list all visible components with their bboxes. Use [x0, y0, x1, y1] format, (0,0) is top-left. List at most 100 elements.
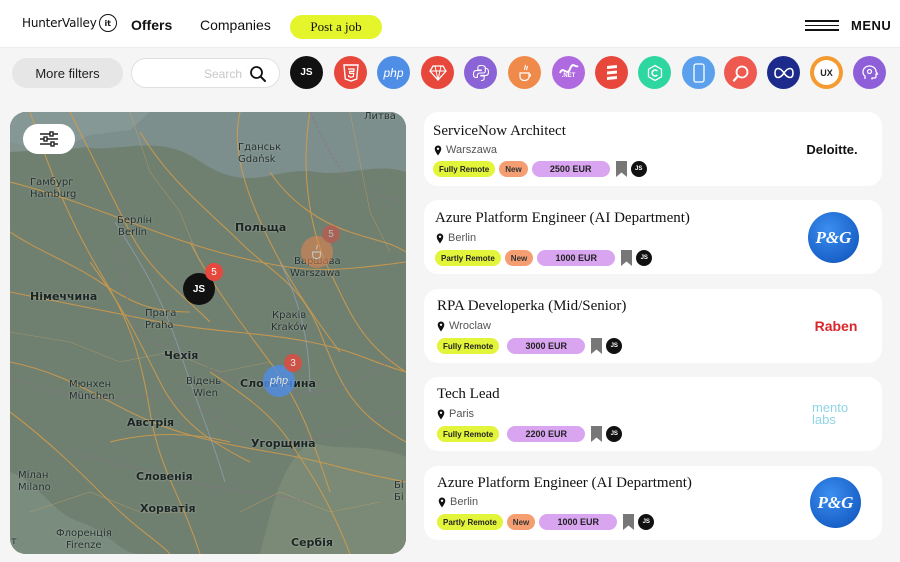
search-input[interactable] [142, 65, 242, 83]
search-icon[interactable] [249, 65, 267, 83]
ux-label: UX [820, 67, 833, 78]
map-label: Гданськ [238, 142, 282, 153]
more-filters-button[interactable]: More filters [12, 58, 123, 88]
nav-companies-link[interactable]: Companies [200, 17, 271, 33]
company-logo-pg: P&G [808, 212, 859, 263]
map-label: Бі [394, 492, 404, 503]
job-location-text: Paris [449, 408, 475, 420]
nav-offers-link[interactable]: Offers [131, 17, 172, 33]
map-label: Берлін [117, 215, 153, 226]
bookmark-icon[interactable] [621, 250, 633, 266]
map-marker-php[interactable]: php 3 [263, 354, 302, 397]
map-label: Praha [145, 320, 174, 331]
javascript-icon: JS [300, 67, 313, 78]
job-tags: Fully Remote 3000 EUR JS [437, 338, 623, 354]
logo-badge: it [98, 14, 117, 32]
job-card[interactable]: Azure Platform Engineer (AI Department) … [424, 466, 882, 540]
company-logo-deloitte: Deloitte. [804, 140, 860, 158]
bookmark-icon[interactable] [623, 514, 635, 530]
new-tag: New [506, 514, 536, 530]
tech-filter-mobile[interactable] [682, 56, 715, 89]
job-card[interactable]: Tech Lead Paris Fully Remote 2200 EUR JS… [424, 377, 882, 451]
map-label: Gdańsk [238, 154, 276, 165]
job-card[interactable]: Azure Platform Engineer (AI Department) … [424, 200, 882, 274]
job-location: Warszawa [434, 144, 497, 156]
tech-filter-testing[interactable] [724, 56, 757, 89]
company-name: Raben [814, 318, 858, 334]
tech-filter-scala[interactable] [595, 56, 628, 89]
map-marker-js[interactable]: JS 5 [183, 263, 223, 305]
dotnet-label: .NET [561, 73, 576, 79]
map-label: Литва [364, 112, 396, 122]
map-label: Угорщина [251, 437, 316, 450]
tech-js-badge: JS [606, 426, 623, 442]
tech-filter-devops[interactable] [767, 56, 800, 89]
marker-count-badge: 3 [284, 354, 302, 372]
map-label: Прага [145, 308, 177, 319]
tech-js-badge: JS [606, 338, 623, 354]
company-logo-mento-labs: mento labs [808, 399, 864, 429]
job-tags: Fully Remote New 2500 EUR JS [433, 161, 647, 177]
salary-tag: 2500 EUR [531, 161, 610, 177]
menu-label: MENU [851, 18, 892, 33]
company-name: Deloitte. [806, 141, 858, 157]
hamburger-icon [805, 20, 839, 31]
job-card[interactable]: ServiceNow Architect Warszawa Fully Remo… [424, 112, 882, 186]
remote-tag: Partly Remote [435, 250, 501, 266]
job-card[interactable]: RPA Developerka (Mid/Senior) Wroclaw Ful… [424, 289, 882, 363]
map-filter-settings-button[interactable] [23, 124, 75, 154]
tech-filter-c[interactable] [638, 56, 671, 89]
c-lang-icon [647, 64, 662, 81]
tech-filter-html5[interactable] [334, 56, 367, 89]
salary-tag: 2200 EUR [507, 426, 586, 442]
map-label: Польща [235, 221, 287, 234]
job-location: Paris [437, 408, 474, 420]
tech-filter-ux[interactable]: UX [810, 56, 843, 89]
job-title: Azure Platform Engineer (AI Department) [437, 475, 692, 491]
map-label: Hamburg [30, 189, 77, 200]
map-label: Сербія [291, 536, 333, 549]
job-tags: Fully Remote 2200 EUR JS [437, 426, 623, 442]
map-label: Warszawa [290, 268, 341, 279]
salary-tag: 1000 EUR [537, 250, 616, 266]
tech-filter-python[interactable] [464, 56, 497, 89]
job-location: Berlin [436, 232, 476, 244]
location-pin-icon [434, 145, 442, 155]
job-title: ServiceNow Architect [433, 123, 566, 139]
bookmark-icon[interactable] [591, 338, 603, 354]
scala-icon [606, 64, 617, 80]
remote-tag: Fully Remote [437, 338, 500, 354]
tech-filter-ai[interactable] [853, 56, 886, 89]
tech-js-badge: JS [636, 250, 653, 266]
map-marker-java[interactable]: 5 [301, 225, 340, 268]
map-label: Kraków [271, 322, 308, 333]
bookmark-icon[interactable] [591, 426, 603, 442]
bookmark-icon[interactable] [615, 161, 627, 177]
company-name: mento labs [812, 400, 849, 427]
job-location-text: Berlin [448, 232, 477, 244]
tech-filter-ruby[interactable] [421, 56, 454, 89]
company-name: P&G [815, 227, 852, 247]
java-icon [518, 64, 531, 81]
map-view[interactable]: Литва Гданськ Gdańsk Гамбург Hamburg Бер… [10, 112, 406, 554]
tech-filter-javascript[interactable]: JS [290, 56, 323, 89]
tech-js-badge: JS [638, 514, 655, 530]
tech-filter-php[interactable]: php [377, 56, 410, 89]
company-logo-raben: Raben [808, 317, 864, 335]
salary-tag: 1000 EUR [539, 514, 618, 530]
marker-count-badge: 5 [205, 263, 223, 281]
job-location-text: Wroclaw [449, 320, 491, 332]
marker-count-badge: 5 [322, 225, 340, 243]
tech-filter-dotnet[interactable]: .NET [552, 56, 585, 89]
tech-js-badge: JS [630, 161, 647, 177]
ux-icon: UX [814, 60, 839, 85]
logo[interactable]: HunterValley it [22, 14, 117, 32]
map-label: Флоренція [56, 528, 112, 539]
menu-button[interactable]: MENU [805, 18, 891, 33]
remote-tag: Partly Remote [437, 514, 503, 530]
tech-filter-java[interactable] [508, 56, 541, 89]
marker-tech-label: php [269, 375, 289, 387]
logo-text: HunterValley [22, 16, 97, 30]
map-label: München [69, 391, 115, 402]
post-job-button[interactable]: Post a job [290, 15, 382, 39]
